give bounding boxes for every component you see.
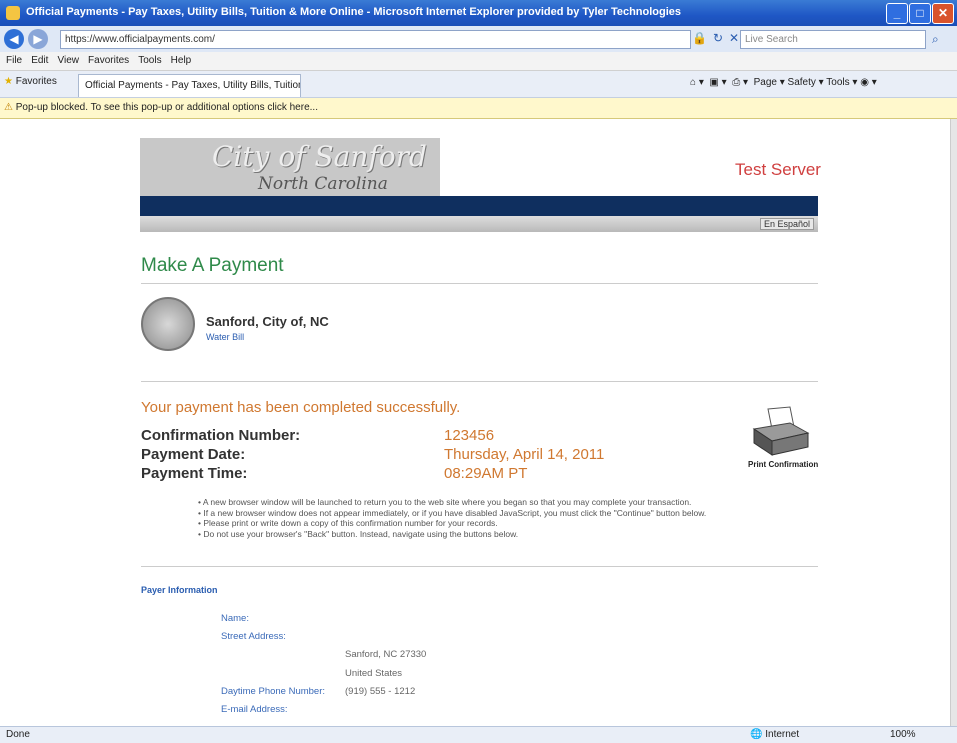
- feeds-icon[interactable]: ▣ ▾: [709, 77, 726, 88]
- logo-city-name: City of Sanford: [212, 140, 427, 173]
- menu-view[interactable]: View: [57, 55, 79, 66]
- logo-state: North Carolina: [258, 174, 388, 194]
- search-input[interactable]: Live Search: [740, 30, 926, 49]
- maximize-button[interactable]: □: [909, 3, 931, 24]
- zoom-level[interactable]: 100%: [890, 727, 916, 743]
- instructions-list: • A new browser window will be launched …: [198, 497, 706, 539]
- payer-country-value: United States: [345, 668, 403, 679]
- star-icon: ★: [4, 76, 13, 87]
- close-button[interactable]: ✕: [932, 3, 954, 24]
- minimize-button[interactable]: _: [886, 3, 908, 24]
- payer-name-label: Name:: [221, 613, 249, 624]
- menu-help[interactable]: Help: [171, 55, 192, 66]
- menu-edit[interactable]: Edit: [31, 55, 48, 66]
- header-nav-bar: [140, 196, 818, 216]
- info-bar-text: Pop-up blocked. To see this pop-up or ad…: [15, 102, 318, 113]
- command-menus[interactable]: Page ▾ Safety ▾ Tools ▾: [754, 77, 858, 88]
- forward-arrow-icon[interactable]: ▶: [28, 29, 48, 49]
- divider: [141, 283, 818, 284]
- command-bar[interactable]: ⌂ ▾ ▣ ▾ ⎙ ▾ Page ▾ Safety ▾ Tools ▾ ◉ ▾: [690, 77, 877, 88]
- lock-refresh-stop-icons[interactable]: 🔒↻✕: [692, 31, 745, 45]
- confirmation-number-label: Confirmation Number:: [141, 427, 301, 444]
- header-sub-bar: En Español: [140, 216, 818, 232]
- status-bar: Done 🌐 Internet 100%: [0, 726, 957, 743]
- printer-icon[interactable]: [750, 405, 812, 457]
- payer-information-heading: Payer Information: [141, 585, 218, 595]
- divider: [141, 566, 818, 567]
- confirmation-number-value: 123456: [444, 427, 495, 444]
- window-title: Official Payments - Pay Taxes, Utility B…: [26, 6, 682, 18]
- zone-label: Internet: [765, 729, 800, 740]
- payer-phone-value: (919) 555 - 1212: [345, 686, 416, 697]
- organization-subtitle: Water Bill: [206, 332, 245, 342]
- print-confirmation-link[interactable]: Print Confirmation: [748, 460, 818, 469]
- address-input[interactable]: https://www.officialpayments.com/: [60, 30, 691, 49]
- payment-time-value: 08:29AM PT: [444, 465, 528, 482]
- instruction-item: • Do not use your browser's "Back" butto…: [198, 528, 519, 539]
- menu-bar: File Edit View Favorites Tools Help: [0, 52, 957, 71]
- back-arrow-icon[interactable]: ◀: [4, 29, 24, 49]
- instruction-item: • A new browser window will be launched …: [198, 497, 692, 507]
- print-icon[interactable]: ⎙ ▾: [732, 77, 748, 88]
- page-title: Make A Payment: [141, 255, 284, 276]
- vertical-scrollbar[interactable]: [950, 119, 957, 726]
- payer-email-label: E-mail Address:: [221, 704, 288, 715]
- test-server-label: Test Server: [735, 160, 821, 179]
- payment-date-label: Payment Date:: [141, 446, 246, 463]
- payer-city-value: Sanford, NC 27330: [345, 649, 427, 660]
- city-seal-icon: [141, 297, 195, 351]
- shield-icon: ⚠: [4, 102, 13, 113]
- payment-date-value: Thursday, April 14, 2011: [444, 446, 605, 463]
- language-button[interactable]: En Español: [759, 218, 814, 230]
- favorites-label: Favorites: [15, 76, 57, 87]
- menu-tools[interactable]: Tools: [138, 55, 161, 66]
- menu-file[interactable]: File: [6, 55, 22, 66]
- browser-tab[interactable]: Official Payments - Pay Taxes, Utility B…: [78, 74, 301, 97]
- instruction-item: • If a new browser window does not appea…: [198, 507, 707, 518]
- success-message: Your payment has been completed successf…: [141, 399, 461, 416]
- internet-zone-icon: 🌐 Internet: [750, 729, 800, 740]
- ie-app-icon: [6, 6, 20, 20]
- window-title-bar: Official Payments - Pay Taxes, Utility B…: [0, 0, 957, 26]
- payer-street-label: Street Address:: [221, 631, 286, 642]
- instruction-item: • Please print or write down a copy of t…: [198, 518, 498, 528]
- divider: [141, 381, 818, 382]
- menu-favorites[interactable]: Favorites: [88, 55, 129, 66]
- status-text: Done: [6, 729, 30, 740]
- home-icon[interactable]: ⌂ ▾: [690, 77, 704, 88]
- popup-blocked-info-bar[interactable]: ⚠ Pop-up blocked. To see this pop-up or …: [0, 98, 957, 119]
- search-icon[interactable]: ⌕: [932, 32, 939, 47]
- help-icon[interactable]: ◉ ▾: [860, 77, 877, 88]
- payer-phone-label: Daytime Phone Number:: [221, 686, 326, 697]
- payment-time-label: Payment Time:: [141, 465, 248, 482]
- city-logo: City of Sanford North Carolina: [140, 138, 440, 196]
- favorites-button[interactable]: ★ Favorites: [4, 76, 57, 87]
- address-toolbar: ◀ ▶ https://www.officialpayments.com/ 🔒↻…: [0, 26, 957, 53]
- favorites-bar: ★ Favorites Official Payments - Pay Taxe…: [0, 71, 957, 98]
- organization-name: Sanford, City of, NC: [206, 314, 329, 329]
